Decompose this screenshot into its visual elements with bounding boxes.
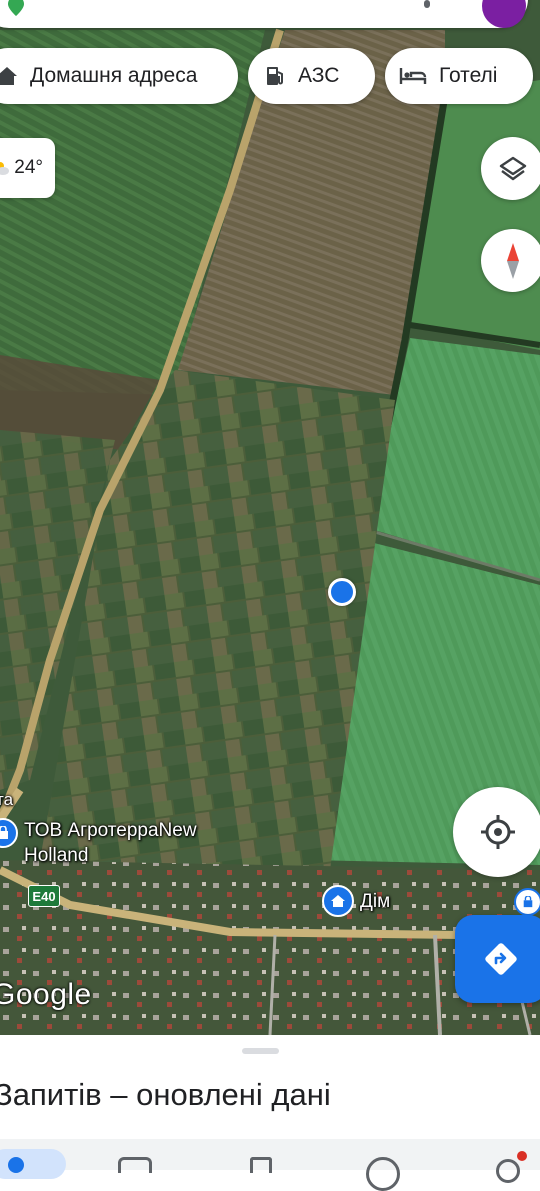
road-shield-text: E40 (32, 888, 56, 904)
directions-icon (485, 943, 517, 975)
satellite-map[interactable]: та ТОВ АгротерраNew Holland E40 Дім Goog… (0, 0, 540, 1035)
chip-gas-stations[interactable]: АЗС (248, 48, 375, 104)
nav-go-icon[interactable] (118, 1157, 152, 1173)
hotel-icon (399, 68, 427, 84)
edge-label-fragment: та (0, 790, 14, 809)
weather-chip[interactable]: 24° (0, 138, 55, 198)
nav-updates-icon[interactable] (496, 1159, 520, 1183)
chip-gas-label: АЗС (298, 64, 340, 87)
home-icon (0, 67, 17, 85)
gas-station-icon (267, 67, 283, 85)
business-label-line1: ТОВ АгротерраNew (24, 820, 197, 841)
google-logo: Google (0, 978, 92, 1011)
sheet-drag-handle[interactable] (242, 1048, 279, 1054)
chip-hotels[interactable]: Готелі (385, 48, 533, 104)
current-location-dot (328, 578, 356, 606)
nav-explore-tab[interactable] (0, 1149, 66, 1179)
my-location-icon (481, 815, 515, 849)
satellite-imagery (0, 0, 540, 1035)
notification-dot (517, 1151, 527, 1161)
compass-icon (506, 242, 519, 279)
bottom-sheet[interactable]: Запитів – оновлені дані (0, 1035, 540, 1191)
compass-button[interactable] (481, 229, 540, 292)
layers-icon (499, 156, 526, 180)
chip-hotels-label: Готелі (439, 64, 498, 87)
weather-temperature: 24° (14, 157, 43, 178)
bottom-navigation[interactable] (0, 1139, 540, 1191)
my-location-button[interactable] (453, 787, 540, 877)
chip-home-label: Домашня адреса (30, 64, 198, 87)
microphone-icon[interactable] (417, 0, 437, 20)
home-pin-icon[interactable] (322, 885, 354, 917)
road-shield: E40 (28, 885, 60, 907)
layers-button[interactable] (481, 137, 540, 200)
home-label[interactable]: Дім (360, 889, 390, 914)
sheet-title: Запитів – оновлені дані (0, 1077, 331, 1112)
search-bar[interactable] (0, 0, 528, 28)
nav-contribute-icon[interactable] (366, 1157, 400, 1191)
business-label[interactable]: ТОВ АгротерраNew Holland (24, 818, 197, 868)
business-label-line2: Holland (24, 845, 89, 866)
explore-icon (8, 1157, 24, 1173)
directions-button[interactable] (455, 915, 540, 1003)
map-pin-icon (8, 0, 24, 16)
place-pin-icon[interactable] (514, 888, 540, 916)
nav-saved-icon[interactable] (250, 1157, 272, 1173)
partly-cloudy-icon (0, 162, 10, 175)
chip-home-address[interactable]: Домашня адреса (0, 48, 238, 104)
